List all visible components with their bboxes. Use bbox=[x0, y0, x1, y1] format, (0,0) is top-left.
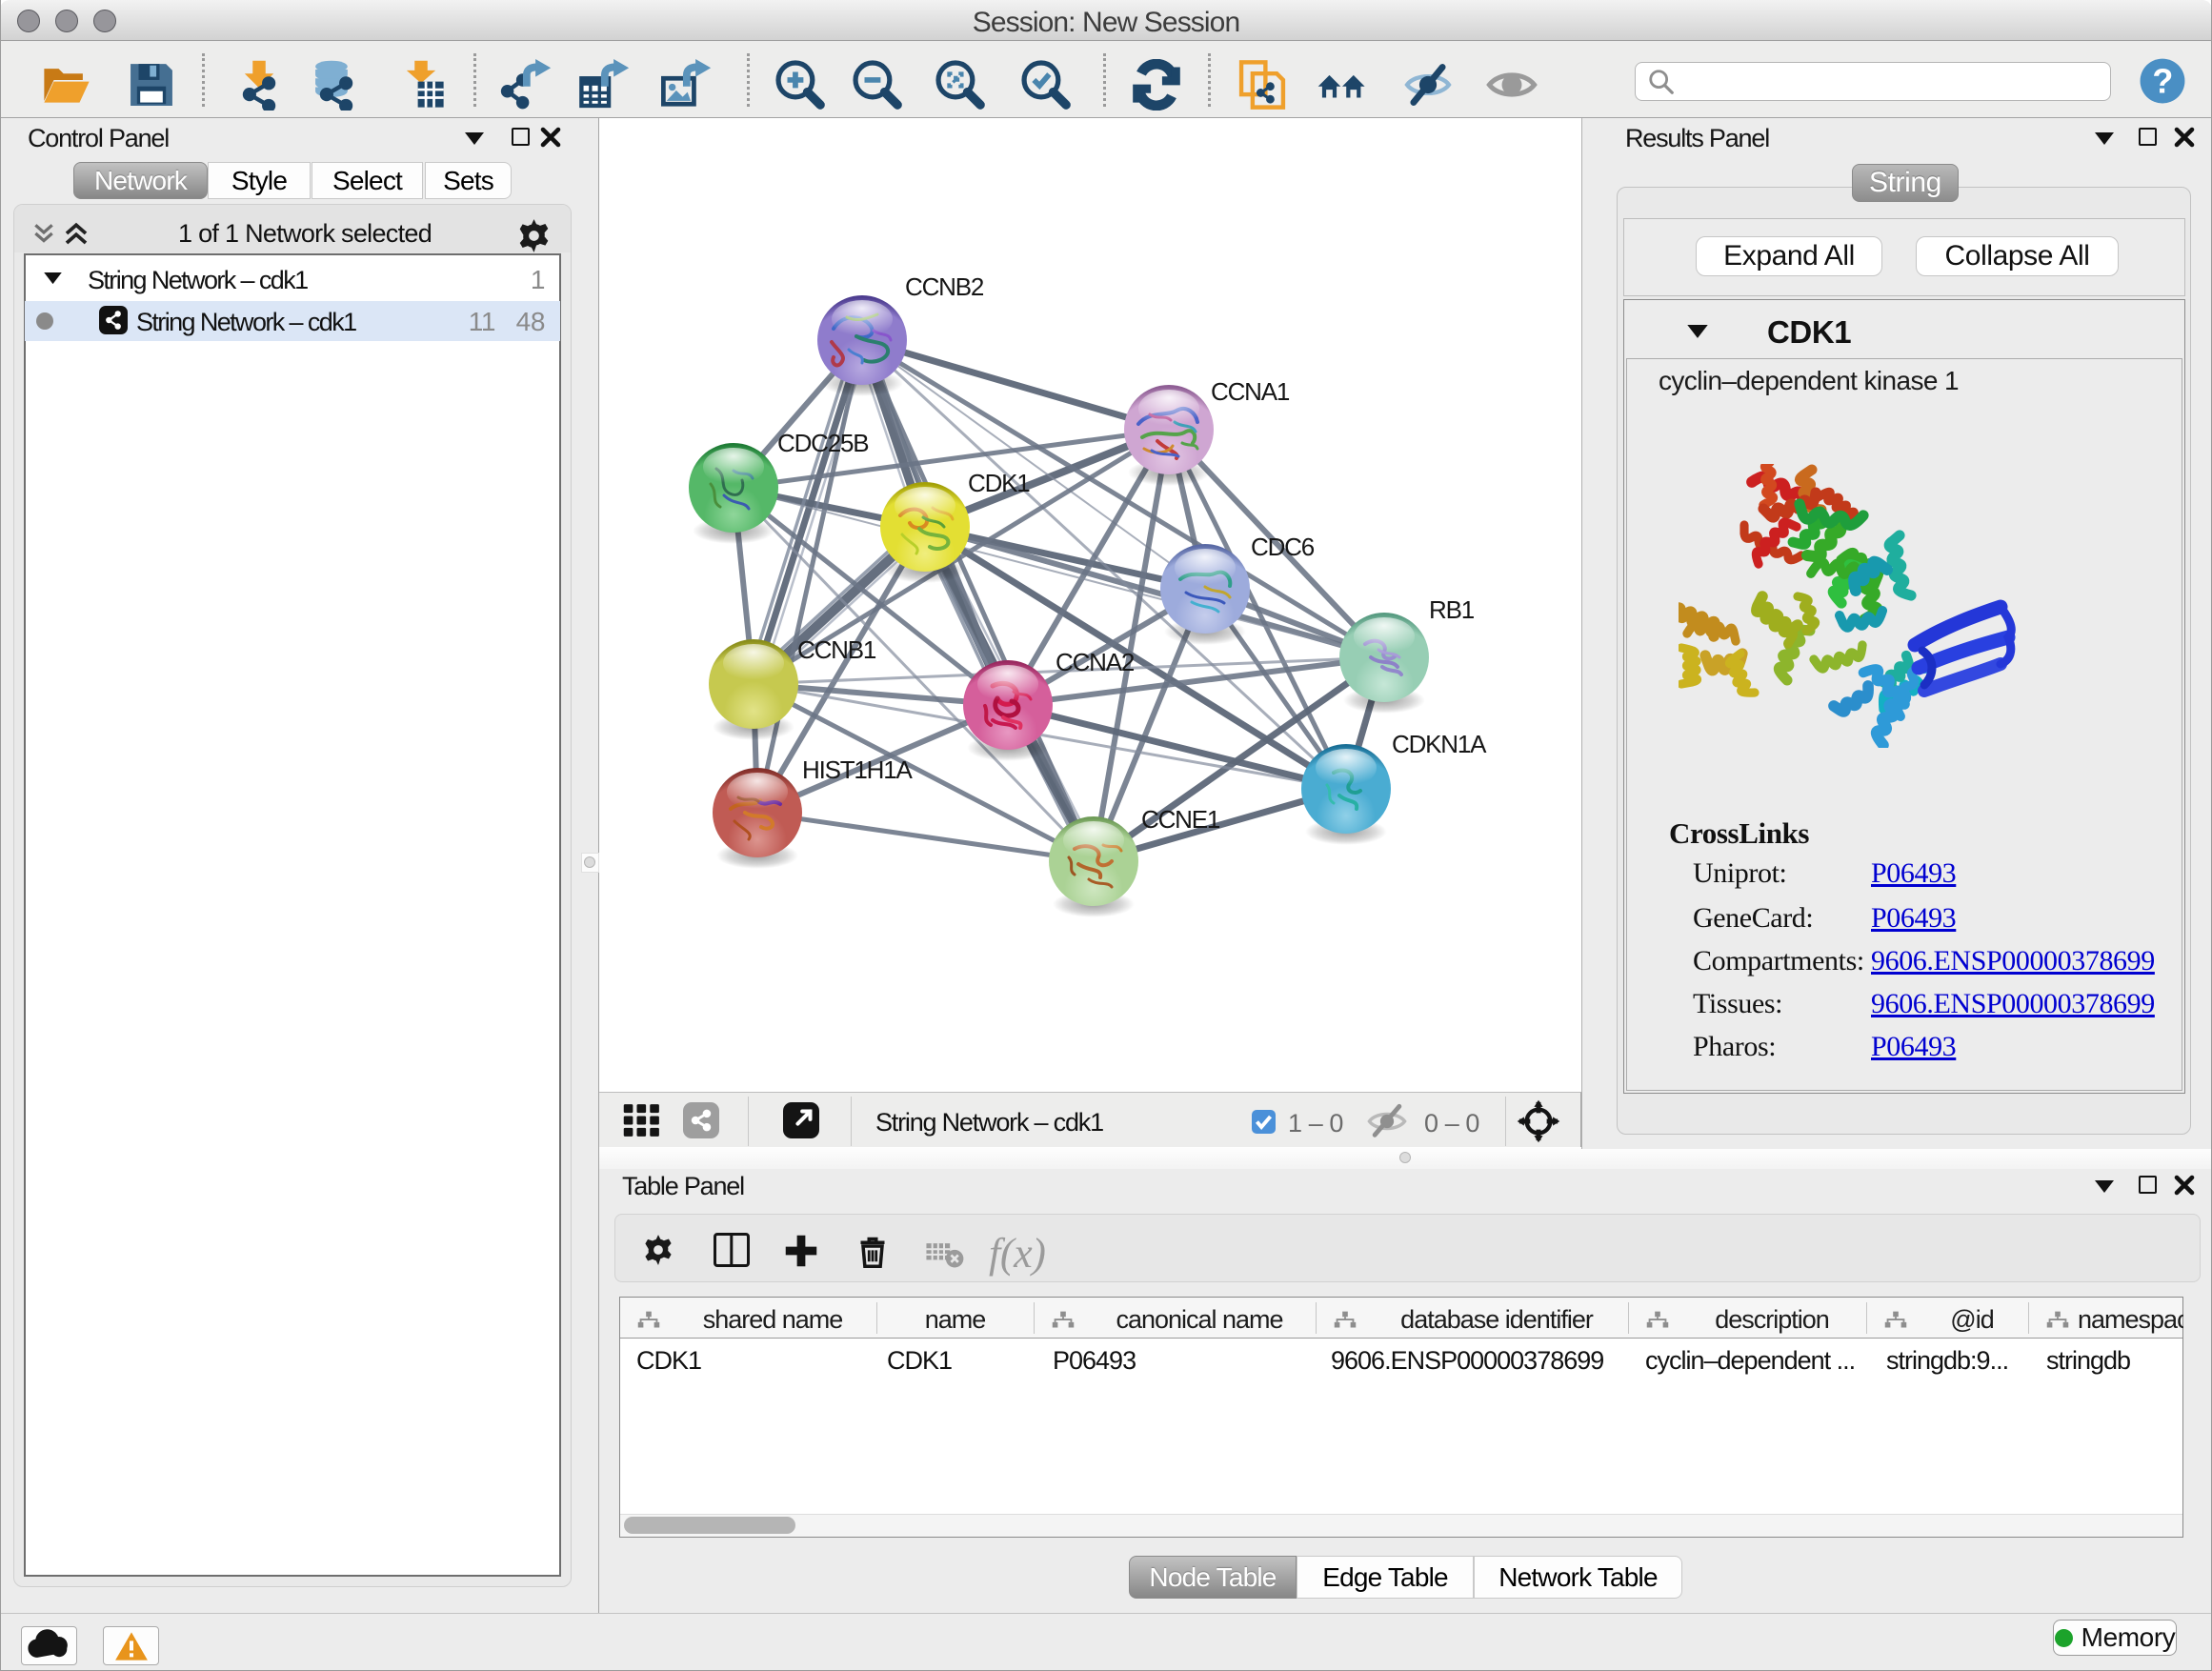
svg-text:CCNB2: CCNB2 bbox=[905, 272, 984, 301]
svg-text:CCNA2: CCNA2 bbox=[1056, 648, 1135, 676]
svg-text:CDK1: CDK1 bbox=[968, 469, 1030, 497]
svg-text:?: ? bbox=[2152, 62, 2172, 101]
svg-text:CDC6: CDC6 bbox=[1251, 533, 1315, 561]
svg-text:CDKN1A: CDKN1A bbox=[1392, 730, 1487, 758]
svg-text:CCNE1: CCNE1 bbox=[1141, 805, 1220, 834]
svg-text:CCNB1: CCNB1 bbox=[797, 635, 876, 664]
svg-text:RB1: RB1 bbox=[1429, 595, 1475, 624]
svg-text:CDC25B: CDC25B bbox=[777, 429, 868, 457]
svg-text:CCNA1: CCNA1 bbox=[1211, 377, 1290, 406]
svg-text:HIST1H1A: HIST1H1A bbox=[802, 755, 914, 784]
